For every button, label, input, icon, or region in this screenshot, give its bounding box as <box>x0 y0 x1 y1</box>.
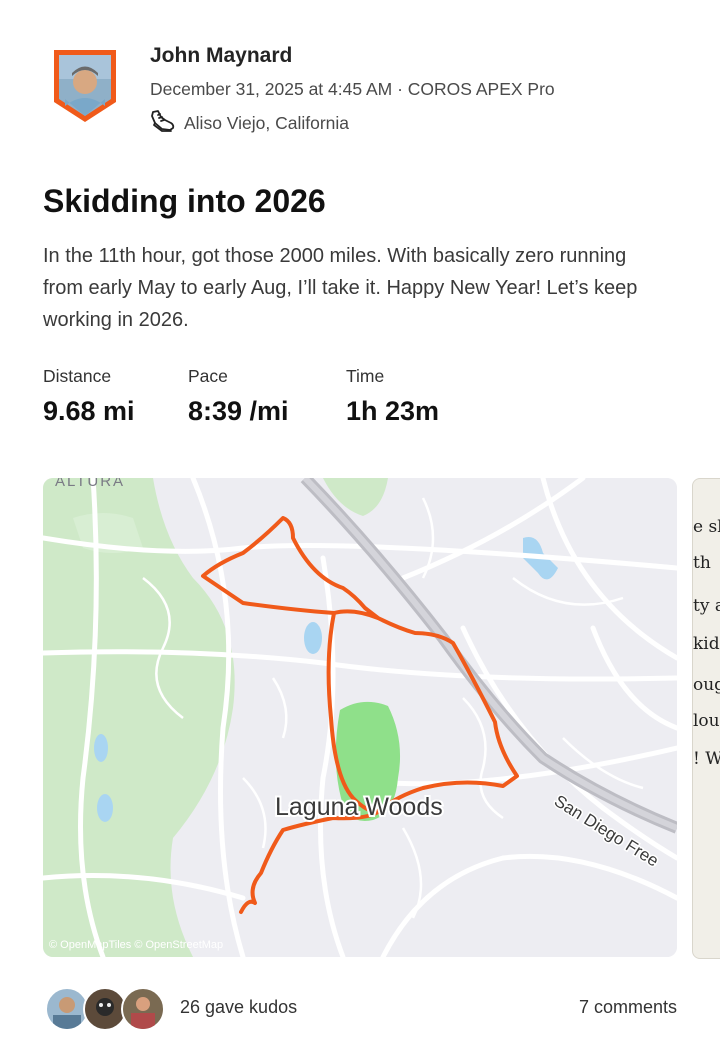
activity-description: In the 11th hour, got those 2000 miles. … <box>43 245 638 331</box>
kudos-avatar[interactable] <box>121 987 165 1031</box>
athlete-avatar[interactable] <box>50 46 120 124</box>
activity-header: John Maynard December 31, 2025 at 4:45 A… <box>48 44 688 144</box>
water <box>97 794 113 822</box>
map-label-city: Laguna Woods <box>275 793 443 821</box>
map-label-altura: ALTURA <box>55 478 125 490</box>
activity-title[interactable]: Skidding into 2026 <box>43 183 326 220</box>
stat-pace: Pace 8:39 /mi <box>188 366 328 427</box>
activity-location: Aliso Viejo, California <box>184 112 350 133</box>
social-footer: 26 gave kudos 7 comments <box>43 983 677 1033</box>
next-photo-card[interactable]: e sk th ty a kid oug lou ! Wh <box>692 478 720 959</box>
comments-count[interactable]: 7 comments <box>579 997 677 1018</box>
location-row: Aliso Viejo, California <box>150 109 350 138</box>
stat-value: 1h 23m <box>346 396 440 426</box>
stat-label: Time <box>346 366 385 386</box>
activity-datetime-device: December 31, 2025 at 4:45 AM · COROS APE… <box>150 79 555 99</box>
photo-text-line: e sk <box>693 517 720 537</box>
photo-text-line: ! Wh <box>693 749 720 769</box>
stat-label: Distance <box>43 366 112 386</box>
photo-text-line: oug <box>693 675 720 695</box>
photo-text-line: lou <box>693 711 720 731</box>
photo-text-line: kid <box>693 634 720 654</box>
running-shoe-icon <box>150 109 176 138</box>
water <box>94 734 108 762</box>
stat-distance: Distance 9.68 mi <box>43 366 183 427</box>
kudos-count[interactable]: 26 gave kudos <box>180 997 297 1018</box>
athlete-name[interactable]: John Maynard <box>150 44 292 68</box>
map-attribution: © OpenMapTiles © OpenStreetMap <box>49 939 223 951</box>
stat-value: 8:39 /mi <box>188 396 289 426</box>
stat-label: Pace <box>188 366 228 386</box>
photo-text-line: th <box>693 553 711 573</box>
photo-text-line: ty a <box>693 596 720 616</box>
stat-value: 9.68 mi <box>43 396 135 426</box>
water <box>304 622 322 654</box>
route-map[interactable]: ALTURA Laguna Woods San Diego Free © Ope… <box>43 478 677 957</box>
stat-time: Time 1h 23m <box>346 366 486 427</box>
